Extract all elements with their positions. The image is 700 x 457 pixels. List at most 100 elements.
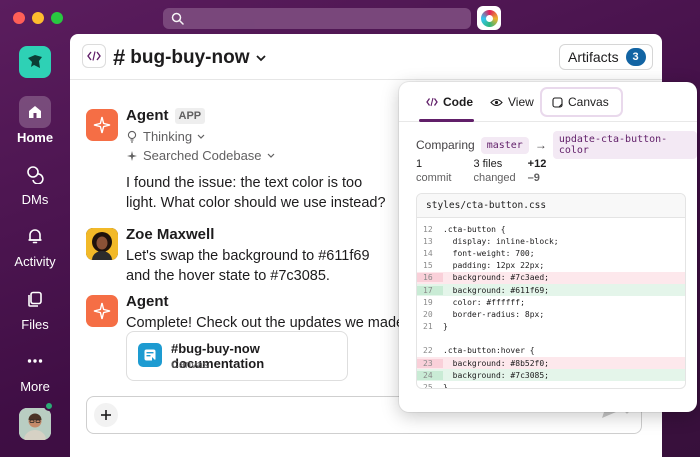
canvas-icon <box>552 96 563 108</box>
bird-logo-icon <box>28 55 42 68</box>
line-number: 25 <box>423 383 433 389</box>
hash-icon: # <box>113 45 126 70</box>
sender-name[interactable]: Agent <box>126 293 169 310</box>
presence-dot <box>44 401 54 411</box>
artifacts-button[interactable]: Artifacts 3 <box>559 44 653 70</box>
bell-icon <box>19 220 51 252</box>
panel-tabs: Code View Canvas <box>399 82 697 122</box>
line-text: display: inline-block; <box>443 236 559 246</box>
app-tag: APP <box>174 107 206 124</box>
channel-name-button[interactable]: # bug-buy-now <box>113 45 267 71</box>
line-number: 20 <box>423 309 433 319</box>
tab-code[interactable]: Code <box>426 90 473 114</box>
search-input[interactable] <box>163 8 471 29</box>
title-bar <box>0 0 700 34</box>
rail-item-label: DMs <box>21 192 49 207</box>
code-lines: 12 .cta-button {13 display: inline-block;… <box>417 218 685 389</box>
rail-item-label: More <box>20 379 50 394</box>
rail-item-more[interactable]: More <box>0 345 70 394</box>
searched-codebase-toggle[interactable]: Searched Codebase <box>126 148 416 163</box>
line-number: 22 <box>423 346 433 356</box>
line-text: background: #7c3085; <box>443 370 549 380</box>
workspace-rail: Home DMs Activity Files More <box>0 34 70 457</box>
tab-canvas[interactable]: Canvas <box>540 87 623 117</box>
code-line: 25} <box>417 381 685 389</box>
line-number: 13 <box>423 236 433 246</box>
code-line-added: 24 background: #7c3085; <box>417 369 685 382</box>
canvas-doc-icon <box>138 343 162 367</box>
agent-avatar[interactable] <box>86 295 118 327</box>
agent-avatar[interactable] <box>86 109 118 141</box>
sparkle-icon <box>93 116 111 134</box>
line-changes: +12 –9 <box>527 158 547 184</box>
line-text: } <box>443 322 448 332</box>
line-text: background: #8b52f0; <box>443 358 549 368</box>
rail-item-label: Files <box>21 317 49 332</box>
maximize-window-button[interactable] <box>51 12 63 24</box>
code-line: 14 font-weight: 700; <box>417 247 685 259</box>
line-text: border-radius: 8px; <box>443 309 545 319</box>
channel-name: bug-buy-now <box>130 47 250 68</box>
arrow-right-icon: → <box>534 138 547 152</box>
message-text: Complete! Check out the updates we made: <box>126 315 409 331</box>
rail-item-files[interactable]: Files <box>0 283 70 332</box>
code-icon[interactable] <box>82 44 106 68</box>
code-line: 21} <box>417 321 685 333</box>
code-diff-panel: Code View Canvas Comparing master → upda… <box>399 82 697 412</box>
close-window-button[interactable] <box>13 12 25 24</box>
zoe-avatar[interactable] <box>86 228 118 260</box>
chevron-down-icon <box>267 153 274 158</box>
line-number: 21 <box>423 322 433 332</box>
code-line: 20 border-radius: 8px; <box>417 308 685 320</box>
message-text: I found the issue: the text color is too… <box>126 175 386 211</box>
code-line-removed: 16 background: #7c3aed; <box>417 271 685 284</box>
chat-bubbles-icon <box>19 158 51 190</box>
line-text: background: #611f69; <box>443 285 549 295</box>
message-agent-2: Agent Complete! Check out the updates we… <box>86 293 426 335</box>
line-number: 12 <box>423 224 433 234</box>
code-line: 15 padding: 12px 22px; <box>417 260 685 272</box>
lightbulb-icon <box>127 130 137 143</box>
home-icon <box>19 96 51 128</box>
line-number: 24 <box>417 370 443 380</box>
sender-name[interactable]: Agent APP <box>126 107 206 124</box>
chevron-down-icon <box>255 55 266 62</box>
line-text: font-weight: 700; <box>443 248 535 258</box>
file-name[interactable]: styles/cta-button.css <box>417 194 685 218</box>
workspace-logo[interactable] <box>19 46 51 78</box>
line-text: .cta-button { <box>443 224 506 234</box>
attach-button[interactable] <box>94 403 118 427</box>
thinking-toggle[interactable]: Thinking <box>126 129 416 144</box>
tab-view[interactable]: View <box>490 90 534 114</box>
canvas-doc-card[interactable]: #bug-buy-now documentation Canvas <box>126 331 348 381</box>
channel-header: # bug-buy-now Artifacts 3 <box>70 34 662 80</box>
sender-name[interactable]: Zoe Maxwell <box>126 226 214 243</box>
search-icon <box>171 12 184 25</box>
code-icon <box>426 97 438 107</box>
sparkle-icon <box>93 302 111 320</box>
artifacts-count-badge: 3 <box>625 48 646 66</box>
line-number: 19 <box>423 297 433 307</box>
minimize-window-button[interactable] <box>32 12 44 24</box>
line-text: color: #ffffff; <box>443 297 525 307</box>
ellipsis-icon <box>19 345 51 377</box>
rail-item-dms[interactable]: DMs <box>0 158 70 207</box>
line-number: 14 <box>423 248 433 258</box>
head-branch[interactable]: update-cta-button-color <box>552 131 697 159</box>
rail-item-activity[interactable]: Activity <box>0 220 70 269</box>
base-branch[interactable]: master <box>480 136 529 154</box>
code-line: 19 color: #ffffff; <box>417 296 685 308</box>
code-line: 22 .cta-button:hover { <box>417 345 685 357</box>
branch-comparison: Comparing master → update-cta-button-col… <box>416 131 697 159</box>
ai-assistant-button[interactable] <box>477 6 501 30</box>
code-line: 13 display: inline-block; <box>417 235 685 247</box>
file-diff: styles/cta-button.css 12 .cta-button {13 … <box>416 193 686 389</box>
line-text: .cta-button:hover { <box>443 346 535 356</box>
code-line: 12 .cta-button { <box>417 223 685 235</box>
line-number: 15 <box>423 261 433 271</box>
active-tab-indicator <box>419 119 474 122</box>
user-avatar[interactable] <box>19 408 51 440</box>
rail-item-home[interactable]: Home <box>0 96 70 145</box>
message-zoe: Zoe Maxwell Let's swap the background to… <box>86 226 426 284</box>
sparkle-small-icon <box>127 150 137 161</box>
